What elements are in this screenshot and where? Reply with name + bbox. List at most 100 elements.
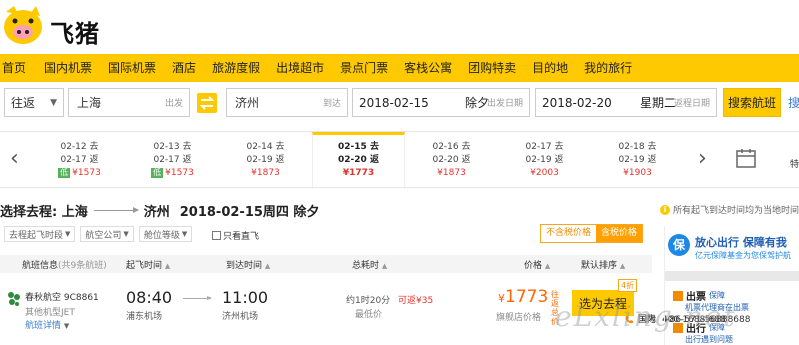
nav-item-group-deals[interactable]: 团购特卖	[460, 54, 524, 82]
date-cell-back: 02-17 返	[60, 155, 99, 165]
nav-item-home[interactable]: 首页	[0, 54, 36, 82]
calendar-icon[interactable]	[735, 147, 757, 169]
nav-item-inns[interactable]: 客栈公寓	[396, 54, 460, 82]
choose-date: 2018-02-15周四 除夕	[179, 205, 320, 220]
depart-date-extra: 除夕	[464, 96, 489, 110]
swap-icon	[197, 93, 217, 113]
date-cell-back: 02-19 返	[246, 155, 285, 165]
more-search-link[interactable]: 搜	[788, 94, 799, 111]
col-arrive-time[interactable]: 到达时间 ▲	[226, 258, 270, 271]
date-cell-price: ¥1903	[623, 168, 652, 178]
pig-logo-icon	[4, 6, 42, 44]
plane-type: 其他机型JET	[25, 308, 75, 318]
return-date-value: 2018-02-20	[542, 95, 612, 110]
date-cell-back: 02-17 返	[153, 155, 192, 165]
filter-depart-time[interactable]: 去程起飞时段 ▼	[4, 226, 76, 242]
date-cell[interactable]: 02-13 去 02-17 返 低 ¥1573	[126, 132, 219, 189]
nav-item-intl-flights[interactable]: 国际机票	[100, 54, 164, 82]
date-cell-back: 02-20 返	[338, 155, 379, 165]
nav-item-domestic-flights[interactable]: 国内机票	[36, 54, 100, 82]
flight-detail-link[interactable]: 航班详情 ▼	[25, 318, 69, 331]
filter-bar: 去程起飞时段 ▼ 航空公司 ▼ 舱位等级 ▼	[4, 226, 193, 242]
date-cell[interactable]: 02-12 去 02-17 返 低 ¥1573	[33, 132, 126, 189]
logo-text: 飞猪	[50, 20, 100, 48]
return-date-extra: 星期二	[639, 96, 676, 110]
choose-prefix: 选择去程: 上海	[0, 205, 88, 220]
nav-item-my-trips[interactable]: 我的旅行	[576, 54, 640, 82]
spring-airlines-logo-icon	[8, 292, 20, 306]
logo[interactable]: 飞猪	[0, 2, 110, 48]
sort-icon: ▲	[619, 261, 626, 270]
from-city-input[interactable]: 上海 出发	[68, 88, 190, 117]
swap-cities-button[interactable]	[195, 92, 219, 114]
depart-date-value: 2018-02-15	[359, 95, 429, 110]
date-cell[interactable]: 02-17 去 02-19 返 ¥2003	[498, 132, 591, 189]
return-date-input[interactable]: 2018-02-20 星期二 返程日期	[535, 88, 717, 117]
search-flights-button[interactable]: 搜索航班	[723, 88, 781, 117]
arrow-right-icon	[183, 296, 212, 300]
col-depart-time[interactable]: 起飞时间 ▲	[126, 258, 170, 271]
date-cell[interactable]: 02-18 去 02-19 返 ¥1903	[591, 132, 684, 189]
col-flight-info: 航班信息(共9条航班)	[22, 260, 107, 271]
direct-only-label: 只看直飞	[223, 232, 260, 242]
header: 飞猪 国内 400-1688-688 国际 +86-571-56888688	[0, 0, 799, 325]
to-city-value: 济州	[235, 96, 260, 110]
tax-price-toggle: 不含税价格 含税价格	[540, 224, 644, 243]
guarantee-banner	[665, 271, 799, 281]
filter-airline[interactable]: 航空公司 ▼	[80, 226, 134, 242]
filter-label: 舱位等级	[143, 230, 180, 241]
from-city-hint: 出发	[164, 99, 183, 109]
guarantee-icon	[673, 290, 683, 301]
col-duration[interactable]: 总耗时 ▲	[352, 258, 387, 271]
flight-duration: 约1时20分	[346, 296, 391, 306]
arrival-time: 11:00	[222, 288, 269, 307]
arrival-airport: 济州机场	[222, 312, 259, 322]
timezone-note-text: 所有起飞到达时间均为当地时间	[673, 206, 799, 216]
date-cell-price: ¥2003	[530, 168, 559, 178]
depart-date-input[interactable]: 2018-02-15 除夕 出发日期	[352, 88, 530, 117]
date-cells: 02-12 去 02-17 返 低 ¥1573 02-13 去 02-17 返 低…	[33, 132, 684, 189]
date-cell[interactable]: 02-16 去 02-20 返 ¥1873	[405, 132, 498, 189]
nav-item-destination[interactable]: 目的地	[524, 54, 576, 82]
tax-excluded-option[interactable]: 不含税价格	[541, 225, 597, 242]
sort-icon: ▲	[381, 261, 388, 270]
lowest-price-note: 最低价	[355, 310, 383, 320]
shield-icon: 保	[668, 234, 690, 256]
direct-only-checkbox[interactable]: 只看直飞	[212, 229, 259, 242]
filter-label: 去程起飞时段	[9, 230, 64, 241]
low-price-badge: 低	[151, 168, 164, 178]
chevron-left-icon[interactable]: ‹	[10, 146, 19, 171]
tax-included-option[interactable]: 含税价格	[596, 225, 643, 242]
calendar-label[interactable]: 特	[790, 157, 799, 170]
col-price[interactable]: 价格 ▲	[524, 258, 550, 271]
date-cell-selected[interactable]: 02-15 去 02-20 返 ¥1773	[312, 132, 405, 189]
filter-cabin-class[interactable]: 舱位等级 ▼	[138, 226, 193, 242]
date-cell-back: 02-19 返	[618, 155, 657, 165]
nav-item-hotel[interactable]: 酒店	[164, 54, 204, 82]
flagship-store-note: 旗舰店价格	[496, 313, 542, 323]
low-price-badge: 低	[58, 168, 71, 178]
depart-date-hint: 出发日期	[486, 99, 523, 109]
trip-type-select[interactable]: 往返 ▼	[4, 88, 64, 117]
date-cell-go: 02-15 去	[338, 142, 379, 152]
chevron-down-icon: ▼	[50, 97, 57, 108]
col-sort[interactable]: 默认排序 ▲	[581, 258, 625, 271]
checkbox-icon	[212, 231, 221, 240]
date-price-strip: ‹ 02-12 去 02-17 返 低 ¥1573 02-13 去 02-17 返…	[0, 131, 799, 189]
date-cell-go: 02-18 去	[618, 142, 657, 152]
discount-badge: 4折	[618, 279, 638, 292]
choose-dest: 济州	[143, 205, 170, 220]
nav-item-outbound-market[interactable]: 出境超市	[268, 54, 332, 82]
chevron-right-icon[interactable]: ›	[698, 146, 707, 171]
cashback-note: 可返¥35	[398, 296, 434, 306]
main-nav: 首页 国内机票 国际机票 酒店 旅游度假 出境超市 景点门票 客栈公寓 团购特卖…	[0, 54, 799, 82]
guarantee-subtitle: 亿元保障基金为您保驾护航	[695, 251, 791, 260]
date-cell-go: 02-17 去	[525, 142, 564, 152]
guarantee-title: 放心出行 保障有我	[695, 236, 787, 249]
nav-item-tickets[interactable]: 景点门票	[332, 54, 396, 82]
date-cell[interactable]: 02-14 去 02-19 返 ¥1873	[219, 132, 312, 189]
nav-item-vacation[interactable]: 旅游度假	[204, 54, 268, 82]
to-city-input[interactable]: 济州 到达	[226, 88, 348, 117]
chevron-down-icon: ▼	[65, 230, 71, 238]
return-date-hint: 返程日期	[673, 99, 710, 109]
